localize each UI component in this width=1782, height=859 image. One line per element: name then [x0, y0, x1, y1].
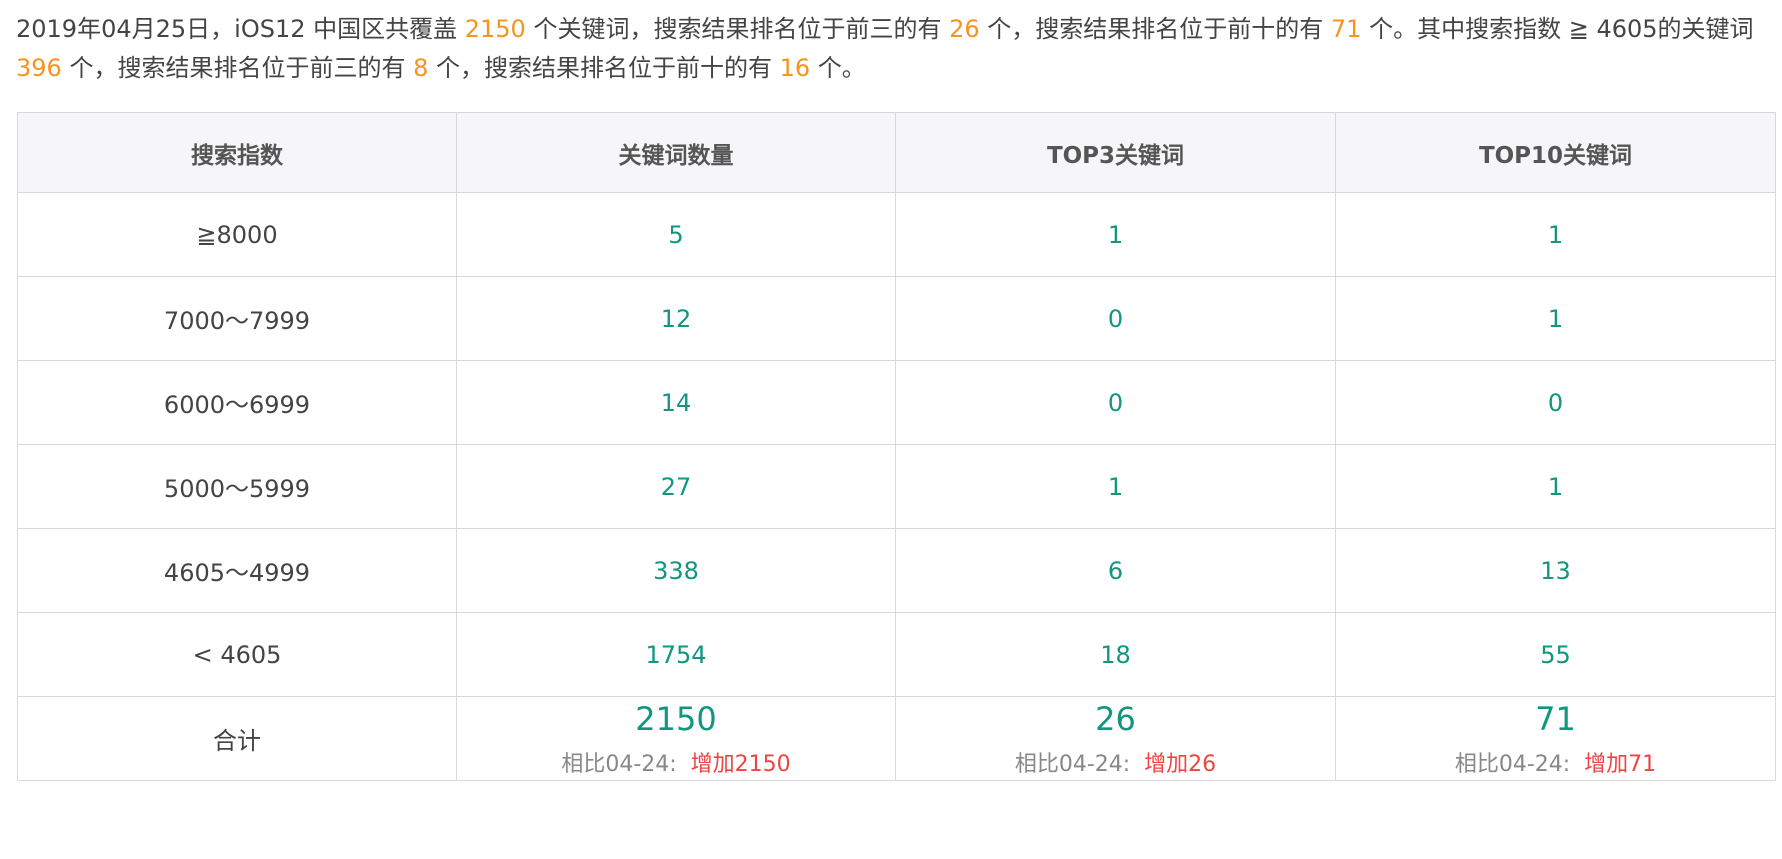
comparison-line: 相比04-24: 增加2150 [457, 751, 895, 779]
summary-top3-count: 26 [949, 15, 980, 43]
column-header-keyword-count: 关键词数量 [456, 112, 896, 193]
summary-part: 个关键词，搜索结果排名位于前三的有 [525, 15, 950, 43]
top10-count: 55 [1335, 612, 1776, 697]
search-index-range: 4605～4999 [17, 528, 457, 613]
summary-part: 个。其中搜索指数 ≧ 4605的关键词 [1361, 15, 1754, 43]
total-keyword-count-cell: 2150 相比04-24: 增加2150 [456, 696, 896, 781]
table-body: ≧8000 5 1 1 7000～7999 12 0 1 6000～6999 1… [17, 192, 1776, 781]
table-row: 7000～7999 12 0 1 [17, 276, 1776, 361]
summary-part: 2019年04月25日，iOS12 中国区共覆盖 [16, 15, 465, 43]
top10-count: 0 [1335, 360, 1776, 445]
comparison-label: 相比04-24: [561, 751, 677, 777]
total-top10-cell: 71 相比04-24: 增加71 [1335, 696, 1776, 781]
top10-count: 13 [1335, 528, 1776, 613]
top3-count: 18 [895, 612, 1336, 697]
top3-count: 1 [895, 192, 1336, 277]
comparison-change: 增加26 [1144, 751, 1217, 777]
total-top3-cell: 26 相比04-24: 增加26 [895, 696, 1336, 781]
table-row: < 4605 1754 18 55 [17, 612, 1776, 697]
table-row: 4605～4999 338 6 13 [17, 528, 1776, 613]
comparison-line: 相比04-24: 增加71 [1336, 751, 1775, 779]
search-index-range: < 4605 [17, 612, 457, 697]
table-row: 5000～5999 27 1 1 [17, 444, 1776, 529]
comparison-change: 增加2150 [690, 751, 791, 777]
column-header-top3: TOP3关键词 [895, 112, 1336, 193]
summary-text: 2019年04月25日，iOS12 中国区共覆盖 2150 个关键词，搜索结果排… [16, 10, 1776, 88]
keyword-count: 1754 [456, 612, 896, 697]
top3-count: 0 [895, 360, 1336, 445]
keyword-count: 12 [456, 276, 896, 361]
column-header-top10: TOP10关键词 [1335, 112, 1776, 193]
top3-count: 1 [895, 444, 1336, 529]
summary-part: 个，搜索结果排名位于前十的有 [979, 15, 1331, 43]
search-index-range: ≧8000 [17, 192, 457, 277]
total-top10-count: 71 [1535, 699, 1576, 738]
table-row: ≧8000 5 1 1 [17, 192, 1776, 277]
search-index-range: 6000～6999 [17, 360, 457, 445]
search-index-range: 7000～7999 [17, 276, 457, 361]
keyword-count: 14 [456, 360, 896, 445]
total-row: 合计 2150 相比04-24: 增加2150 26 相比04-24: 增加26… [17, 696, 1776, 781]
column-header-search-index: 搜索指数 [17, 112, 457, 193]
top10-count: 1 [1335, 444, 1776, 529]
summary-part: 个，搜索结果排名位于前三的有 [61, 54, 414, 82]
keyword-stats-table: 搜索指数 关键词数量 TOP3关键词 TOP10关键词 ≧8000 5 1 1 … [17, 112, 1776, 781]
comparison-line: 相比04-24: 增加26 [896, 751, 1335, 779]
comparison-label: 相比04-24: [1014, 751, 1131, 777]
summary-top10-count: 71 [1330, 15, 1362, 43]
search-index-range: 5000～5999 [17, 444, 457, 529]
summary-part: 个，搜索结果排名位于前十的有 [428, 54, 780, 82]
comparison-label: 相比04-24: [1454, 751, 1571, 777]
table-row: 6000～6999 14 0 0 [17, 360, 1776, 445]
total-label: 合计 [17, 696, 457, 781]
total-keyword-count: 2150 [635, 699, 717, 738]
top10-count: 1 [1335, 276, 1776, 361]
top10-count: 1 [1335, 192, 1776, 277]
comparison-change: 增加71 [1584, 751, 1657, 777]
summary-high-top10-count: 16 [779, 54, 811, 82]
top3-count: 6 [895, 528, 1336, 613]
keyword-count: 338 [456, 528, 896, 613]
header-row: 搜索指数 关键词数量 TOP3关键词 TOP10关键词 [17, 112, 1776, 193]
summary-high-top3-count: 8 [413, 54, 429, 82]
total-top3-count: 26 [1095, 699, 1136, 738]
summary-part: 个。 [810, 54, 866, 82]
top3-count: 0 [895, 276, 1336, 361]
table-header: 搜索指数 关键词数量 TOP3关键词 TOP10关键词 [17, 112, 1776, 193]
keyword-count: 5 [456, 192, 896, 277]
summary-high-total-count: 396 [16, 54, 62, 82]
keyword-count: 27 [456, 444, 896, 529]
summary-total-count: 2150 [464, 15, 526, 43]
